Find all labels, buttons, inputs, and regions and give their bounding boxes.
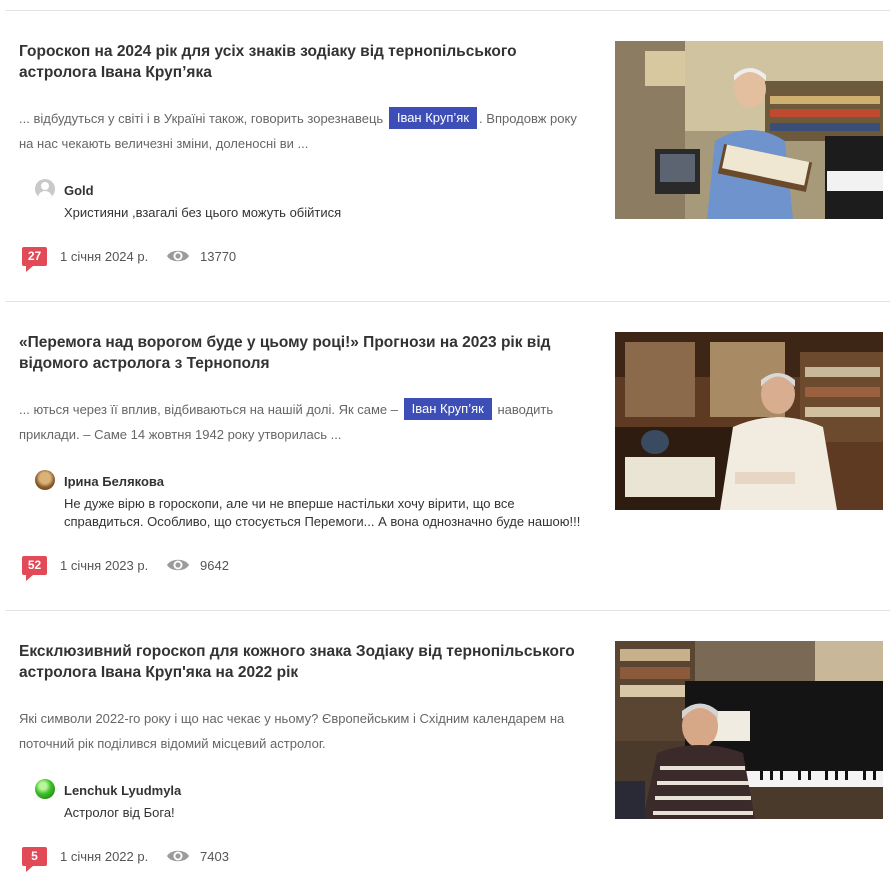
comment-count-badge[interactable]: 5 (22, 847, 47, 872)
comment-count-badge[interactable]: 52 (22, 556, 47, 581)
divider (5, 610, 890, 611)
publish-date: 1 січня 2023 р. (60, 558, 149, 573)
article-title[interactable]: Ексклюзивний гороскоп для кожного знака … (19, 641, 579, 683)
comment-text: Християни ,взагалі без цього можуть обій… (64, 205, 342, 220)
comment-author[interactable]: Gold (64, 183, 94, 198)
publish-date: 1 січня 2024 р. (60, 249, 149, 264)
user-avatar (35, 470, 55, 490)
view-count: 7403 (200, 849, 229, 864)
highlighted-term[interactable]: Іван Круп’як (403, 398, 492, 420)
article-title[interactable]: Гороскоп на 2024 рік для усіх знаків зод… (19, 41, 579, 83)
publish-date: 1 січня 2022 р. (60, 849, 149, 864)
article-title[interactable]: «Перемога над ворогом буде у цьому році!… (19, 332, 579, 374)
divider (5, 301, 890, 302)
eye-icon (167, 850, 189, 862)
article-thumbnail[interactable] (615, 641, 883, 819)
view-count: 13770 (200, 249, 237, 264)
article-meta: 52 1 січня 2023 р. 9642 (22, 556, 322, 581)
article-meta: 27 1 січня 2024 р. 13770 (22, 247, 322, 272)
article-snippet: ... відбудуться у світі і в Україні тако… (19, 106, 584, 156)
view-count: 9642 (200, 558, 229, 573)
article-snippet: ... ються через її вплив, відбиваються н… (19, 397, 584, 447)
eye-icon (167, 559, 189, 571)
user-avatar (35, 779, 55, 799)
highlighted-term[interactable]: Іван Круп’як (388, 107, 478, 129)
eye-icon (167, 250, 189, 262)
snippet-text: ... відбудуться у світі і в Україні тако… (19, 111, 384, 126)
snippet-text: ... ються через її вплив, відбиваються н… (19, 402, 398, 417)
comment-count-badge[interactable]: 27 (22, 247, 47, 272)
article-thumbnail[interactable] (615, 41, 883, 219)
article-snippet: Які символи 2022-го року і що нас чекає … (19, 706, 584, 756)
snippet-text: Які символи 2022-го року і що нас чекає … (19, 711, 565, 751)
news-feed: Гороскоп на 2024 рік для усіх знаків зод… (0, 0, 890, 872)
divider (5, 10, 890, 11)
comment-text: Не дуже вірю в гороскопи, але чи не впер… (64, 496, 581, 529)
article-thumbnail[interactable] (615, 332, 883, 510)
article-meta: 5 1 січня 2022 р. 7403 (22, 847, 322, 872)
comment-author[interactable]: Lenchuk Lyudmyla (64, 783, 181, 798)
default-avatar-icon (35, 179, 55, 199)
comment-text: Астролог від Бога! (64, 805, 175, 820)
comment-author[interactable]: Ірина Белякова (64, 474, 164, 489)
